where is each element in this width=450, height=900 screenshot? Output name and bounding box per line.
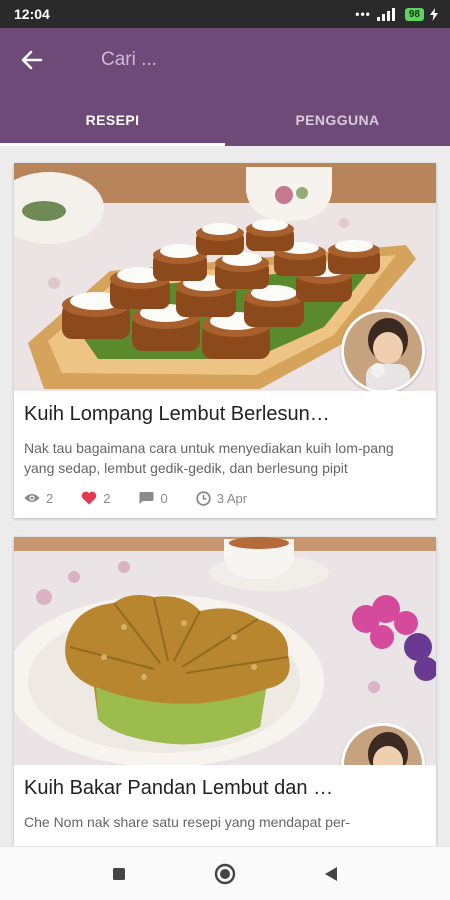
recipe-image	[14, 163, 436, 391]
status-bar: 12:04 ••• 98	[0, 0, 450, 28]
author-avatar[interactable]	[341, 309, 425, 391]
post-date: 3 Apr	[216, 490, 248, 506]
views-stat: 2	[24, 491, 53, 506]
chat-icon	[139, 492, 154, 504]
notification-dots-icon: •••	[355, 7, 371, 21]
search-input[interactable]	[101, 49, 401, 71]
recipe-list[interactable]: Kuih Lompang Lembut Berlesung Pipit Nak …	[0, 146, 450, 846]
back-nav-button[interactable]	[313, 856, 349, 892]
system-nav-bar	[0, 846, 450, 900]
circle-icon	[214, 863, 236, 884]
date-stat: 3 Apr	[196, 491, 247, 506]
recipe-image	[14, 537, 436, 765]
heart-icon	[81, 491, 97, 505]
recipe-stats: 2 2 0 3 Apr	[24, 478, 426, 518]
recipe-card[interactable]: Kuih Bakar Pandan Lembut dan Sedap Che N…	[14, 537, 436, 846]
eye-icon	[24, 494, 40, 502]
home-button[interactable]	[207, 856, 243, 892]
triangle-back-icon	[325, 866, 337, 881]
recipe-card[interactable]: Kuih Lompang Lembut Berlesung Pipit Nak …	[14, 163, 436, 518]
status-icons: ••• 98	[355, 7, 438, 21]
arrow-left-icon	[21, 50, 43, 70]
card-body: Kuih Bakar Pandan Lembut dan Sedap Che N…	[14, 765, 436, 846]
charging-icon	[430, 7, 438, 21]
recipe-title: Kuih Bakar Pandan Lembut dan Sedap	[24, 777, 334, 799]
back-button[interactable]	[0, 28, 64, 92]
tab-pengguna[interactable]: PENGGUNA	[225, 92, 450, 146]
recipe-description: Nak tau bagaimana cara untuk menyediakan…	[24, 440, 394, 476]
status-time: 12:04	[14, 6, 50, 22]
views-count: 2	[46, 490, 54, 506]
comments-count: 0	[160, 490, 168, 506]
comments-stat[interactable]: 0	[138, 490, 168, 506]
tab-bar: RESEPI PENGGUNA	[0, 92, 450, 146]
recipe-title: Kuih Lompang Lembut Berlesung Pipit	[24, 403, 334, 425]
clock-icon	[196, 490, 211, 506]
tab-resepi[interactable]: RESEPI	[0, 92, 225, 146]
recents-button[interactable]	[101, 856, 137, 892]
app-bar: RESEPI PENGGUNA	[0, 28, 450, 146]
likes-stat[interactable]: 2	[81, 491, 110, 506]
likes-count: 2	[103, 490, 111, 506]
recipe-description: Che Nom nak share satu resepi yang menda…	[24, 814, 351, 830]
search-toolbar	[0, 28, 450, 92]
signal-icon	[376, 8, 395, 21]
card-body: Kuih Lompang Lembut Berlesung Pipit Nak …	[14, 391, 436, 518]
battery-icon: 98	[404, 7, 424, 21]
square-icon	[113, 867, 125, 880]
